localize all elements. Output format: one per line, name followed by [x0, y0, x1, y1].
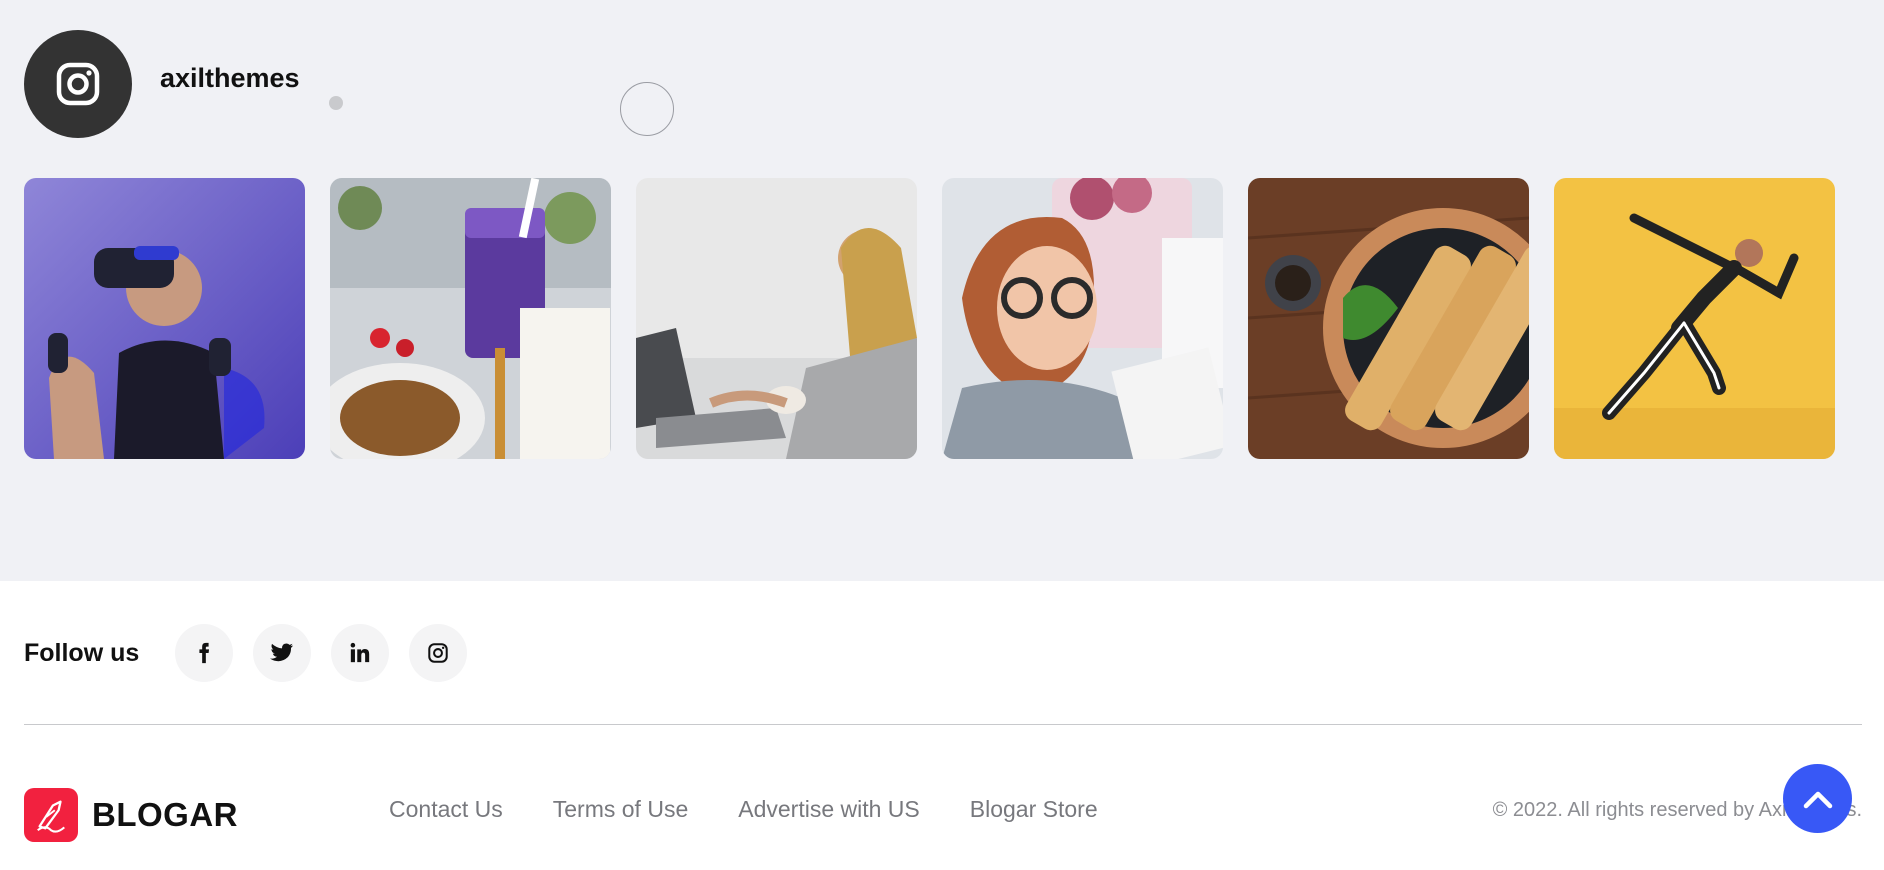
instagram-header: axilthemes [24, 30, 300, 138]
site-footer: Follow us BLOGAR Contact Us Terms of Use… [0, 581, 1884, 870]
instagram-feed-section: axilthemes [0, 0, 1884, 581]
runner-image [1554, 178, 1835, 459]
facebook-icon [199, 642, 210, 664]
footer-link-advertise[interactable]: Advertise with US [738, 796, 920, 823]
instagram-grid [24, 178, 1835, 459]
linkedin-icon [350, 642, 370, 663]
brand-name: BLOGAR [92, 796, 238, 833]
instagram-button[interactable] [409, 624, 468, 682]
instagram-post-smoothie[interactable] [330, 178, 611, 459]
follow-us-row: Follow us [24, 624, 487, 682]
chevron-up-icon [1803, 791, 1832, 808]
twitter-button[interactable] [253, 624, 312, 682]
vr-headset-image [24, 178, 305, 459]
pen-icon [37, 800, 65, 833]
instagram-handle[interactable]: axilthemes [160, 63, 300, 94]
instagram-post-skewers[interactable] [1248, 178, 1529, 459]
linkedin-button[interactable] [331, 624, 390, 682]
woman-laptop-image [636, 178, 917, 459]
decorative-ring [620, 82, 674, 136]
footer-link-terms-of-use[interactable]: Terms of Use [553, 796, 688, 823]
decorative-dot [329, 96, 343, 110]
follow-us-label: Follow us [24, 638, 140, 667]
skewers-image [1248, 178, 1529, 459]
instagram-icon [56, 62, 100, 106]
twitter-icon [270, 643, 294, 662]
instagram-post-woman-laptop[interactable] [636, 178, 917, 459]
footer-divider [24, 724, 1862, 725]
brand[interactable]: BLOGAR [24, 788, 238, 842]
footer-link-blogar-store[interactable]: Blogar Store [970, 796, 1098, 823]
instagram-avatar[interactable] [24, 30, 132, 138]
instagram-post-woman-glasses[interactable] [942, 178, 1223, 459]
blogar-logo-icon [24, 788, 78, 842]
footer-nav: Contact Us Terms of Use Advertise with U… [389, 796, 1148, 823]
instagram-post-vr-headset[interactable] [24, 178, 305, 459]
instagram-icon [428, 643, 448, 663]
smoothie-image [330, 178, 611, 459]
facebook-button[interactable] [175, 624, 234, 682]
scroll-to-top-button[interactable] [1783, 764, 1852, 833]
instagram-post-runner[interactable] [1554, 178, 1835, 459]
footer-link-contact-us[interactable]: Contact Us [389, 796, 503, 823]
woman-glasses-image [942, 178, 1223, 459]
